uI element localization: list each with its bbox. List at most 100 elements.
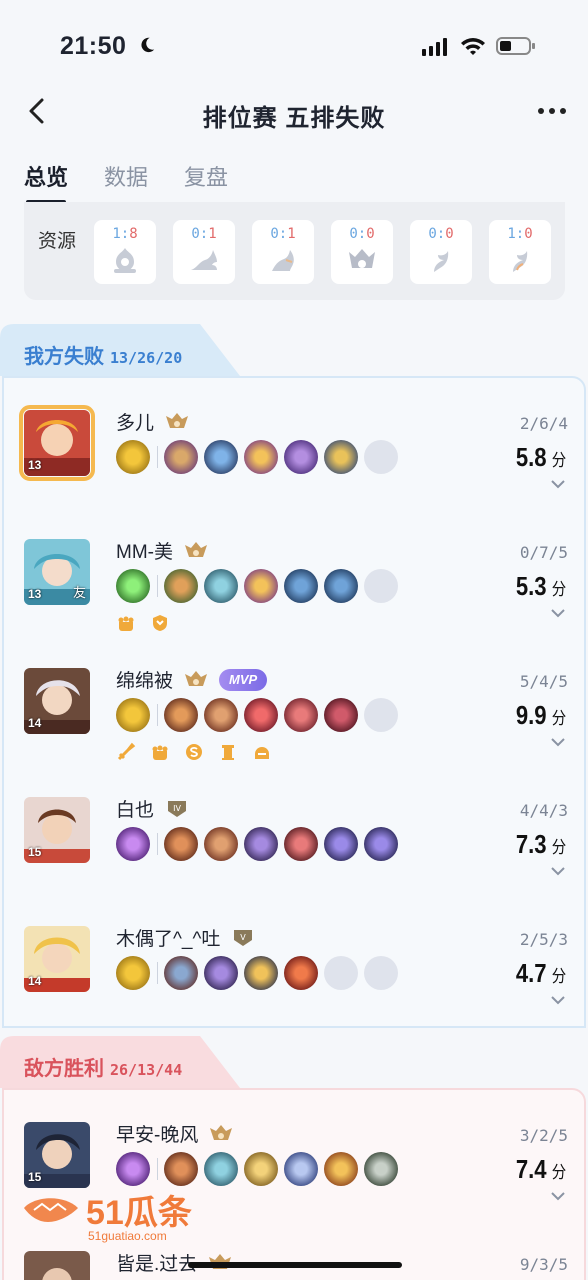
summoner-spell-icon[interactable] <box>116 440 158 474</box>
chevron-down-icon[interactable] <box>550 994 566 1006</box>
empty-item-slot <box>324 956 358 990</box>
tab-replay[interactable]: 复盘 <box>184 160 228 192</box>
tab-overview[interactable]: 总览 <box>24 160 68 204</box>
item-icon[interactable] <box>244 827 278 861</box>
watermark-logo: 51瓜条 51guatiao.com <box>20 1188 210 1244</box>
player-row[interactable]: 13 友 MM-美 0/7/5 5.3 分 <box>4 507 588 635</box>
page-header: 排位赛 五排失败 <box>0 90 588 134</box>
summoner-spell-icon[interactable] <box>116 1152 158 1186</box>
enemy-team-tag: 敌方胜利 26/13/44 <box>0 1036 240 1088</box>
player-score: 9.9 分 <box>515 700 566 730</box>
our-team-card: 13 多儿 2/6/4 5.8 分 13 友 MM-美 0/7/5 5.3 分 … <box>2 376 586 1028</box>
player-row[interactable]: 14 木偶了^_^吐 V 2/5/3 4.7 分 <box>4 894 588 1022</box>
item-icon[interactable] <box>324 569 358 603</box>
item-icon[interactable] <box>164 698 198 732</box>
player-kda: 5/4/5 <box>519 672 568 691</box>
sword-tag-icon[interactable] <box>116 742 136 762</box>
empty-item-slot <box>364 569 398 603</box>
item-icon[interactable] <box>364 827 398 861</box>
player-kda: 4/4/3 <box>519 801 568 820</box>
item-icon[interactable] <box>244 698 278 732</box>
hero-avatar[interactable]: 13 <box>19 405 95 481</box>
chevron-down-icon[interactable] <box>550 1190 566 1202</box>
summoner-spell-icon[interactable] <box>116 698 158 732</box>
item-icon[interactable] <box>204 569 238 603</box>
item-icon[interactable] <box>284 956 318 990</box>
item-icon[interactable] <box>204 698 238 732</box>
item-icon[interactable] <box>244 956 278 990</box>
resource-tyrant: 1:8 <box>94 220 156 284</box>
item-icon[interactable] <box>164 569 198 603</box>
chevron-down-icon[interactable] <box>550 736 566 748</box>
status-time: 21:50 <box>60 32 127 60</box>
hero-avatar[interactable] <box>24 1251 90 1280</box>
coin-tag-icon[interactable] <box>184 742 204 762</box>
equipment-list <box>116 698 398 732</box>
hero-avatar[interactable]: 14 <box>24 668 90 734</box>
resources-label: 资源 <box>38 231 77 252</box>
flame-icon <box>513 251 528 272</box>
item-icon[interactable] <box>364 1152 398 1186</box>
item-icon[interactable] <box>324 827 358 861</box>
helmet-tag-icon[interactable] <box>252 742 272 762</box>
moon-icon <box>141 37 155 53</box>
player-name: 绵绵被 <box>116 671 174 692</box>
tab-data[interactable]: 数据 <box>104 160 148 192</box>
item-icon[interactable] <box>244 569 278 603</box>
our-team-kda: 13/26/20 <box>110 349 183 367</box>
player-row[interactable]: 14 绵绵被 MVP 5/4/5 9.9 分 <box>4 636 588 764</box>
item-icon[interactable] <box>204 827 238 861</box>
chevron-down-icon[interactable] <box>550 865 566 877</box>
item-icon[interactable] <box>244 440 278 474</box>
hero-avatar[interactable]: 15 <box>24 1122 90 1188</box>
item-icon[interactable] <box>284 440 318 474</box>
item-icon[interactable] <box>164 1152 198 1186</box>
home-indicator[interactable] <box>188 1262 402 1268</box>
item-icon[interactable] <box>164 827 198 861</box>
friend-badge: 友 <box>72 585 86 600</box>
wifi-icon <box>461 38 485 55</box>
summoner-spell-icon[interactable] <box>116 569 158 603</box>
shield-tag-icon[interactable] <box>150 613 170 633</box>
item-icon[interactable] <box>284 827 318 861</box>
item-icon[interactable] <box>324 698 358 732</box>
player-row[interactable]: 13 多儿 2/6/4 5.8 分 <box>4 378 588 506</box>
fist-tag-icon[interactable] <box>150 742 170 762</box>
item-icon[interactable] <box>164 440 198 474</box>
item-icon[interactable] <box>324 440 358 474</box>
player-name: MM-美 <box>116 542 173 563</box>
player-row[interactable]: 15 白也 IV 4/4/3 7.3 分 <box>4 765 588 893</box>
equipment-list <box>116 569 398 603</box>
chevron-down-icon[interactable] <box>550 607 566 619</box>
rank-badge-icon: IV <box>168 800 187 817</box>
empty-item-slot <box>364 440 398 474</box>
chevron-down-icon[interactable] <box>550 478 566 490</box>
player-score: 4.7 分 <box>515 958 566 988</box>
item-icon[interactable] <box>164 956 198 990</box>
item-icon[interactable] <box>284 569 318 603</box>
item-icon[interactable] <box>324 1152 358 1186</box>
tab-bar: 总览 数据 复盘 <box>24 160 228 204</box>
equipment-list <box>116 827 398 861</box>
performance-tags <box>116 742 272 762</box>
empty-item-slot <box>364 956 398 990</box>
player-name: 白也 <box>116 800 155 821</box>
tower-tag-icon[interactable] <box>218 742 238 762</box>
summoner-spell-icon[interactable] <box>116 956 158 990</box>
hero-avatar[interactable]: 15 <box>24 797 90 863</box>
hero-avatar[interactable]: 13 友 <box>24 539 90 605</box>
more-options-icon[interactable] <box>538 100 566 114</box>
dragon-icon <box>272 250 294 271</box>
resource-storm-dragon: 0:0 <box>410 220 472 284</box>
item-icon[interactable] <box>204 1152 238 1186</box>
resource-dragon-2: 0:1 <box>252 220 314 284</box>
item-icon[interactable] <box>284 1152 318 1186</box>
item-icon[interactable] <box>204 440 238 474</box>
fist-tag-icon[interactable] <box>116 613 136 633</box>
hero-avatar[interactable]: 14 <box>24 926 90 992</box>
item-icon[interactable] <box>284 698 318 732</box>
summoner-spell-icon[interactable] <box>116 827 158 861</box>
our-team-result: 我方失败 <box>24 346 104 368</box>
item-icon[interactable] <box>244 1152 278 1186</box>
item-icon[interactable] <box>204 956 238 990</box>
